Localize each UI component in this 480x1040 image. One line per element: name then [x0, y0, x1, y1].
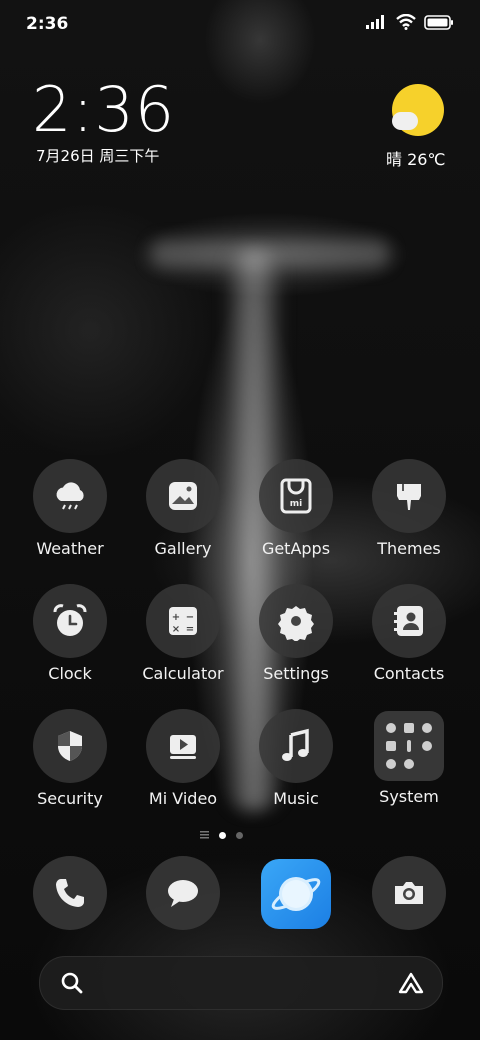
- app-label: Settings: [263, 664, 329, 683]
- weather-widget-text: 晴 26℃: [386, 150, 446, 169]
- phone-icon: [56, 879, 84, 907]
- dock-messages[interactable]: [146, 856, 220, 930]
- dock-phone[interactable]: [33, 856, 107, 930]
- assistant-icon[interactable]: [398, 971, 424, 995]
- svg-text:×: ×: [172, 624, 180, 635]
- app-label: System: [379, 787, 439, 806]
- contacts-icon: [372, 584, 446, 658]
- page-indicator: [200, 831, 243, 839]
- app-clock[interactable]: Clock: [15, 584, 125, 683]
- app-label: GetApps: [261, 539, 331, 558]
- app-label: Music: [273, 789, 319, 808]
- status-bar: 2:36: [0, 0, 480, 50]
- camera-icon: [395, 882, 423, 904]
- app-label: Weather: [36, 539, 104, 558]
- page-dot[interactable]: [236, 831, 243, 839]
- gallery-icon: [146, 459, 220, 533]
- status-icons: [366, 14, 454, 30]
- folder-icon: [374, 711, 444, 781]
- search-icon[interactable]: [60, 971, 84, 995]
- app-label: Mi Video: [148, 789, 218, 808]
- app-mi-video[interactable]: Mi Video: [128, 709, 238, 808]
- svg-text:+: +: [172, 612, 180, 623]
- search-bar[interactable]: [39, 956, 443, 1010]
- browser-icon: [271, 877, 321, 911]
- calculator-icon: + − × =: [146, 584, 220, 658]
- weather-icon: [33, 459, 107, 533]
- paintbrush-icon: [372, 459, 446, 533]
- svg-text:−: −: [186, 612, 194, 623]
- app-weather[interactable]: Weather: [15, 459, 125, 558]
- app-label: Clock: [48, 664, 92, 683]
- getapps-icon: mi: [259, 459, 333, 533]
- video-play-icon: [146, 709, 220, 783]
- gear-icon: [259, 584, 333, 658]
- app-contacts[interactable]: Contacts: [354, 584, 464, 683]
- clock-widget-date: 7月26日 周三下午: [36, 147, 160, 165]
- clock-widget-time[interactable]: 2:36: [32, 75, 175, 145]
- app-folder-system[interactable]: System: [354, 709, 464, 806]
- page-dot-active[interactable]: [219, 831, 226, 839]
- battery-icon: [424, 14, 453, 30]
- dock-browser[interactable]: [261, 859, 331, 929]
- app-label: Security: [37, 789, 103, 808]
- app-label: Gallery: [154, 539, 212, 558]
- app-security[interactable]: Security: [15, 709, 125, 808]
- app-calculator[interactable]: + − × = Calculator: [128, 584, 238, 683]
- app-gallery[interactable]: Gallery: [128, 459, 238, 558]
- app-getapps[interactable]: mi GetApps: [241, 459, 351, 558]
- alarm-clock-icon: [33, 584, 107, 658]
- svg-text:=: =: [186, 624, 194, 635]
- app-settings[interactable]: Settings: [241, 584, 351, 683]
- search-input[interactable]: [100, 967, 384, 999]
- signal-icon: [366, 15, 384, 29]
- app-label: Calculator: [142, 664, 224, 683]
- app-themes[interactable]: Themes: [354, 459, 464, 558]
- app-label: Themes: [377, 539, 441, 558]
- dock-camera[interactable]: [372, 856, 446, 930]
- app-label: Contacts: [373, 664, 445, 683]
- svg-text:mi: mi: [290, 499, 302, 509]
- wifi-icon: [396, 14, 416, 30]
- cloud-icon: [392, 112, 418, 130]
- status-time: 2:36: [26, 14, 69, 34]
- app-music[interactable]: Music: [241, 709, 351, 808]
- shield-icon: [33, 709, 107, 783]
- music-note-icon: [259, 709, 333, 783]
- messages-icon: [168, 880, 198, 907]
- menu-lines-icon[interactable]: [200, 831, 209, 839]
